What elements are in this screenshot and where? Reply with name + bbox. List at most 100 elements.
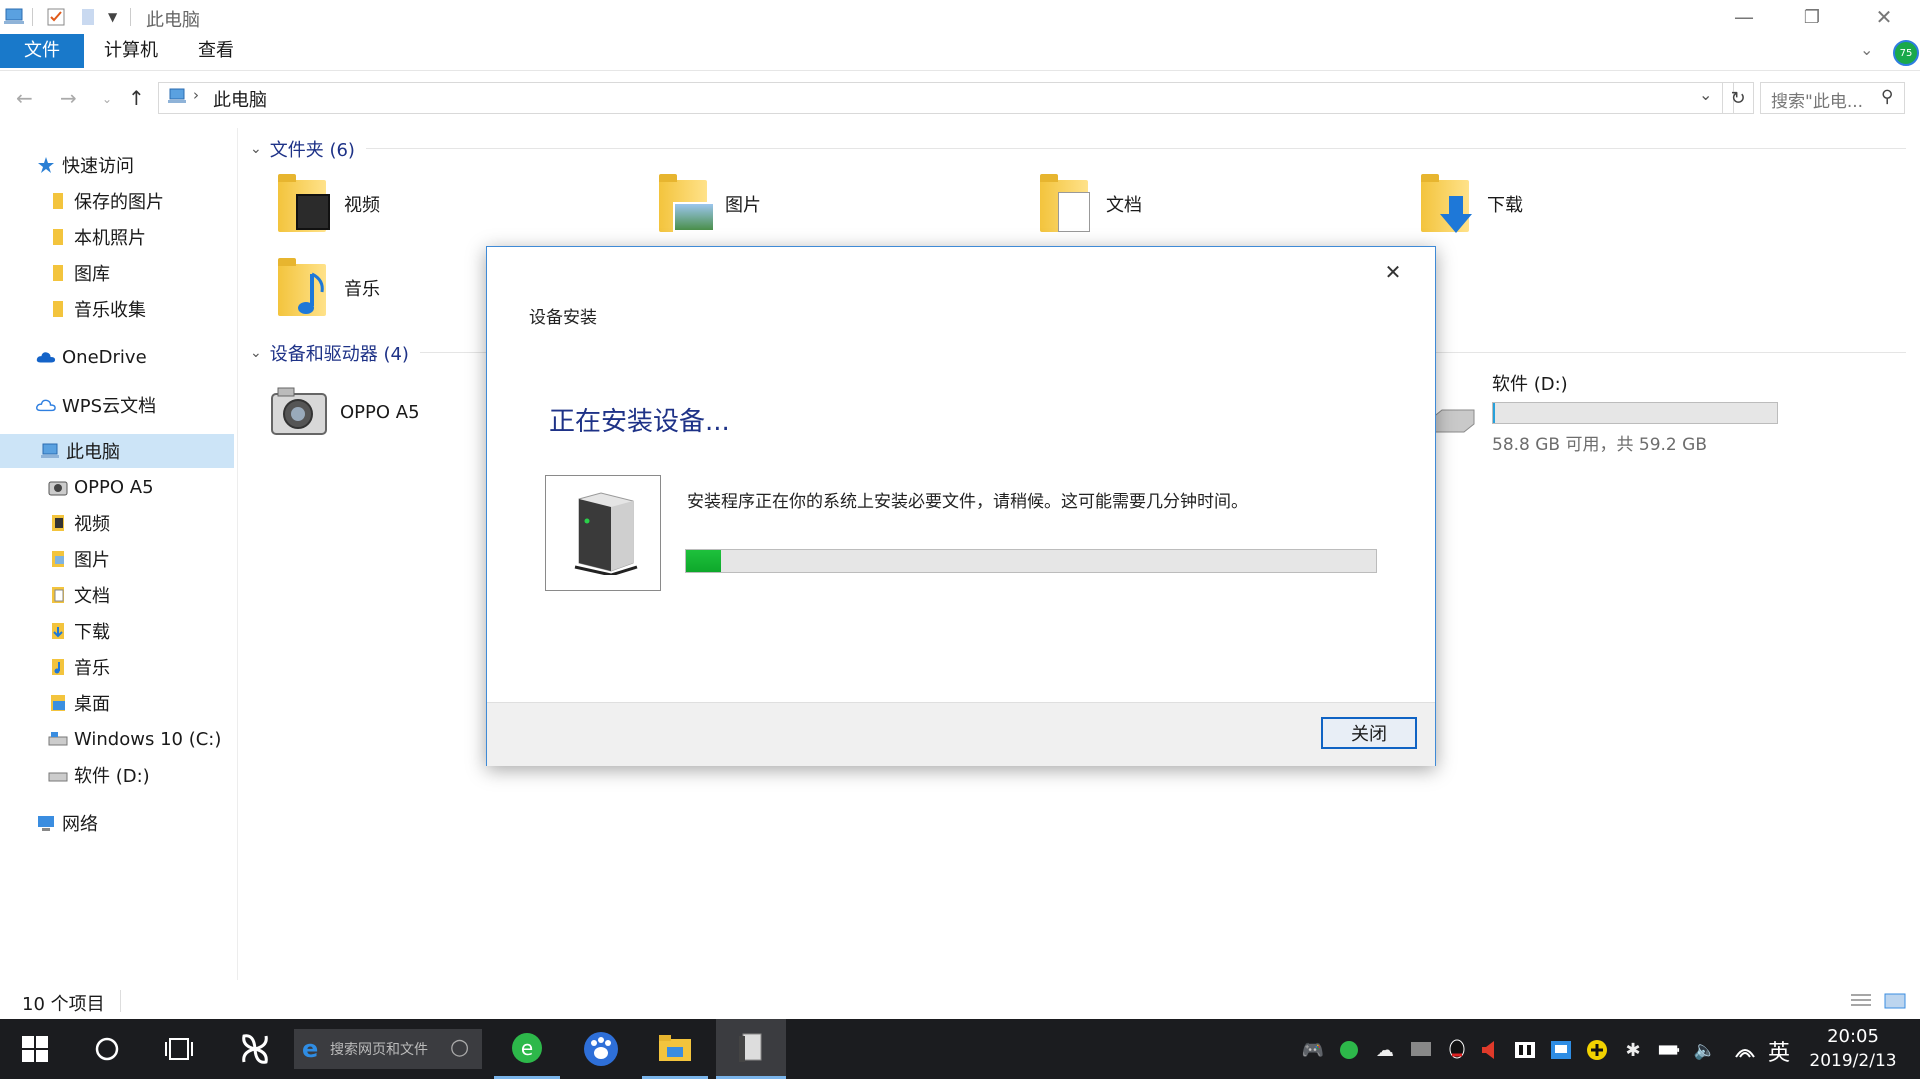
wps-cloud-icon	[36, 395, 56, 415]
ime-indicator[interactable]: 英	[1768, 1035, 1790, 1067]
ie-e-icon: e	[302, 1035, 319, 1063]
taskbar-app-file-explorer[interactable]	[642, 1019, 708, 1079]
close-window-button[interactable]: ✕	[1850, 0, 1918, 34]
desktop-folder-icon	[48, 693, 68, 713]
tray-speaker-red-icon[interactable]	[1478, 1039, 1500, 1061]
details-view-icon[interactable]	[1850, 992, 1872, 1015]
tray-battery-icon[interactable]	[1658, 1039, 1680, 1061]
nav-this-pc[interactable]: 此电脑	[0, 434, 234, 468]
nav-oppo-a5[interactable]: OPPO A5	[48, 470, 154, 504]
search-icon: ○	[450, 1035, 470, 1060]
recent-locations-chevron-icon[interactable]: ⌄	[102, 92, 112, 106]
collapse-chevron-icon: ⌄	[250, 141, 262, 157]
tray-plus-icon[interactable]	[1586, 1039, 1608, 1061]
back-arrow-icon[interactable]: ←	[16, 86, 33, 110]
tray-qq-icon[interactable]	[1446, 1039, 1468, 1061]
large-icons-view-icon[interactable]	[1884, 992, 1906, 1015]
taskbar-app-baidu[interactable]	[568, 1019, 634, 1079]
nav-pictures[interactable]: 图片	[48, 542, 110, 576]
tray-browser-icon[interactable]	[1338, 1039, 1360, 1061]
refresh-button[interactable]: ↻	[1722, 82, 1754, 114]
address-bar[interactable]: › 此电脑 ⌄	[158, 82, 1734, 114]
device-setup-dialog: ✕ 设备安装 正在安装设备... 安装程序正在你的系统上安装必要文件，请稍候。这…	[486, 246, 1436, 766]
nav-gallery[interactable]: 图库	[48, 256, 110, 290]
downloads-folder-icon	[48, 621, 68, 641]
nav-videos[interactable]: 视频	[48, 506, 110, 540]
tray-gamepad-icon[interactable]: 🎮	[1302, 1039, 1324, 1061]
taskbar-app-device-setup[interactable]	[716, 1019, 786, 1079]
this-pc-small-icon	[167, 87, 187, 110]
drive-d-label: 软件 (D:)	[1492, 374, 1568, 395]
taskbar-search-box[interactable]: e 搜索网页和文件 ○	[294, 1029, 482, 1069]
dialog-close-button[interactable]: 关闭	[1321, 717, 1417, 749]
folder-tile-music[interactable]: 音乐	[274, 256, 380, 320]
folder-tile-pictures[interactable]: 图片	[655, 172, 761, 236]
camera-icon	[270, 380, 330, 444]
search-icon[interactable]: ⚲	[1881, 87, 1893, 107]
file-explorer-icon	[659, 1034, 691, 1061]
this-pc-icon	[40, 441, 60, 461]
tab-computer[interactable]: 计算机	[100, 34, 162, 68]
nav-camera-roll[interactable]: 本机照片	[48, 220, 146, 254]
this-pc-icon[interactable]	[4, 6, 26, 28]
video-folder-icon	[274, 172, 334, 236]
taskbar-clock[interactable]: 20:05 2019/2/13	[1808, 1025, 1898, 1073]
pane-divider[interactable]	[237, 128, 238, 980]
search-input[interactable]: 搜索"此电... ⚲	[1760, 82, 1905, 114]
up-arrow-icon[interactable]: ↑	[128, 86, 145, 110]
documents-folder-icon	[48, 585, 68, 605]
svg-text:e: e	[521, 1036, 533, 1060]
forward-arrow-icon[interactable]: →	[60, 86, 77, 110]
nav-music[interactable]: 音乐	[48, 650, 110, 684]
tray-bluetooth-icon[interactable]: ✱	[1622, 1039, 1644, 1061]
tray-remote-icon[interactable]	[1550, 1039, 1572, 1061]
help-badge[interactable]: 75	[1893, 40, 1919, 66]
nav-drive-d[interactable]: 软件 (D:)	[48, 758, 150, 792]
tray-monitor-icon[interactable]	[1410, 1039, 1432, 1061]
tray-wifi-icon[interactable]	[1734, 1039, 1756, 1061]
restore-button[interactable]: ❐	[1778, 0, 1846, 34]
folder-icon	[48, 191, 68, 211]
new-folder-icon[interactable]	[80, 6, 96, 28]
nav-wps-cloud[interactable]: WPS云文档	[36, 388, 156, 422]
tab-file[interactable]: 文件	[0, 34, 84, 68]
dialog-close-x-button[interactable]: ✕	[1373, 255, 1413, 289]
pictures-folder-icon	[655, 172, 715, 236]
star-icon	[36, 155, 56, 175]
drive-c-icon	[48, 729, 68, 749]
pinwheel-icon	[242, 1034, 268, 1064]
tray-book-icon[interactable]	[1514, 1039, 1536, 1061]
nav-saved-pictures[interactable]: 保存的图片	[48, 184, 164, 218]
folder-tile-downloads[interactable]: 下载	[1417, 172, 1523, 236]
nav-desktop[interactable]: 桌面	[48, 686, 110, 720]
folder-tile-documents[interactable]: 文档	[1036, 172, 1142, 236]
device-image-frame	[545, 475, 661, 591]
nav-drive-c[interactable]: Windows 10 (C:)	[48, 722, 221, 756]
devices-group-header[interactable]: ⌄ 设备和驱动器 (4)	[250, 340, 409, 366]
ribbon-expand-chevron-icon[interactable]: ⌄	[1860, 40, 1873, 59]
qa-dropdown-icon[interactable]: ▼	[108, 6, 117, 28]
tray-cloud-icon[interactable]: ☁	[1374, 1039, 1396, 1061]
nav-onedrive[interactable]: OneDrive	[36, 340, 147, 374]
tray-volume-icon[interactable]: 🔈	[1694, 1039, 1716, 1061]
properties-icon[interactable]	[46, 6, 66, 28]
start-button[interactable]	[0, 1019, 70, 1079]
taskbar-app-browser[interactable]: e	[494, 1019, 560, 1079]
nav-network[interactable]: 网络	[36, 806, 98, 840]
nav-documents[interactable]: 文档	[48, 578, 110, 612]
nav-quick-access[interactable]: 快速访问	[36, 148, 134, 182]
nav-downloads[interactable]: 下载	[48, 614, 110, 648]
pinned-app-pinwheel[interactable]	[222, 1019, 288, 1079]
breadcrumb-this-pc[interactable]: 此电脑	[213, 86, 267, 112]
device-tile-oppo-a5[interactable]: OPPO A5	[270, 380, 420, 444]
downloads-folder-icon	[1417, 172, 1477, 236]
folders-group-header[interactable]: ⌄ 文件夹 (6)	[250, 136, 355, 162]
cortana-button[interactable]	[72, 1019, 142, 1079]
nav-music-collection[interactable]: 音乐收集	[48, 292, 146, 326]
minimize-button[interactable]: —	[1710, 0, 1778, 34]
task-view-button[interactable]	[144, 1019, 214, 1079]
tab-view[interactable]: 查看	[194, 34, 238, 68]
device-tile-drive-d[interactable]: 软件 (D:) 58.8 GB 可用，共 59.2 GB	[1430, 370, 1778, 455]
folder-tile-videos[interactable]: 视频	[274, 172, 380, 236]
address-dropdown-icon[interactable]: ⌄	[1699, 85, 1712, 104]
